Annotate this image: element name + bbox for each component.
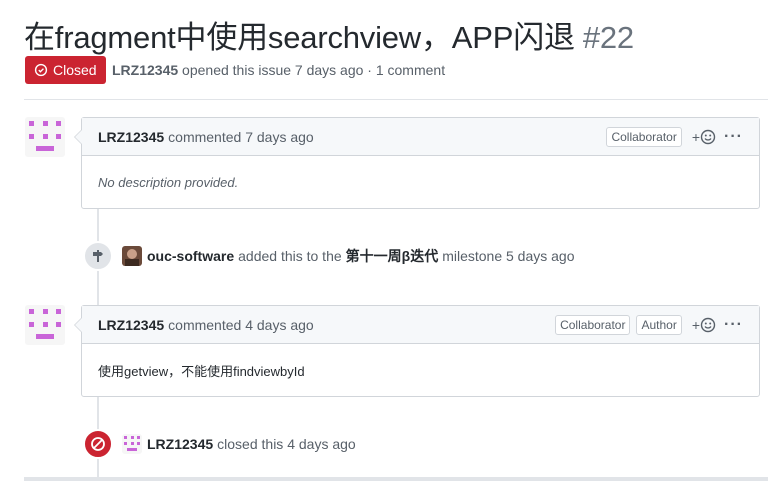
add-reaction-button[interactable]: +	[692, 317, 716, 333]
kebab-icon[interactable]: ···	[724, 128, 743, 146]
avatar[interactable]	[25, 305, 65, 345]
comment-body: No description provided.	[82, 156, 759, 208]
issue-title-text: 在fragment中使用searchview，APP闪退	[24, 20, 575, 55]
issue-meta: LRZ12345 opened this issue 7 days ago · …	[112, 62, 445, 78]
reaction-plus: +	[691, 317, 701, 333]
comment-body-text: No description provided.	[98, 174, 239, 190]
issue-closed-icon	[34, 63, 48, 77]
collaborator-label: Collaborator	[555, 315, 631, 335]
smiley-icon	[700, 129, 716, 145]
identicon-icon	[29, 121, 61, 151]
avatar[interactable]	[122, 434, 142, 454]
comment-body-text: 使用getview，不能使用findviewbyId	[98, 363, 305, 379]
add-reaction-button[interactable]: +	[692, 129, 716, 145]
issue-title: 在fragment中使用searchview，APP闪退 #22	[24, 12, 634, 57]
closed-event: LRZ12345 closed this 4 days ago	[122, 434, 356, 454]
comment-author-link[interactable]: LRZ12345	[98, 317, 164, 333]
comment-header: LRZ12345 commented 7 days ago Collaborat…	[82, 118, 759, 156]
event-actor-link[interactable]: ouc-software	[147, 248, 234, 264]
comment-header: LRZ12345 commented 4 days ago Collaborat…	[82, 306, 759, 344]
timeline-end-bar	[24, 477, 768, 481]
milestone-icon	[93, 250, 103, 262]
kebab-icon[interactable]: ···	[724, 316, 743, 334]
reaction-plus: +	[691, 129, 701, 145]
issue-state-label: Closed	[53, 62, 97, 78]
event-text: added this to the	[238, 248, 342, 264]
smiley-icon	[700, 317, 716, 333]
issue-state-badge: Closed	[25, 56, 106, 84]
comment-time[interactable]: commented 4 days ago	[168, 317, 314, 333]
milestone-event: ouc-software added this to the 第十一周β迭代 m…	[122, 246, 575, 266]
event-suffix: milestone 5 days ago	[442, 248, 575, 264]
identicon-icon	[29, 309, 61, 339]
comment-actions: Collaborator Author + ···	[555, 306, 743, 344]
comment-actions: Collaborator + ···	[606, 118, 743, 156]
comment-body: 使用getview，不能使用findviewbyId	[82, 344, 759, 396]
comment: LRZ12345 commented 4 days ago Collaborat…	[74, 305, 760, 397]
issue-author-link[interactable]: LRZ12345	[112, 62, 178, 78]
circle-slash-icon	[91, 437, 105, 451]
avatar[interactable]	[122, 246, 142, 266]
header-divider	[24, 99, 768, 100]
closed-badge	[83, 429, 113, 459]
comment: LRZ12345 commented 7 days ago Collaborat…	[74, 117, 760, 209]
milestone-link[interactable]: 第十一周β迭代	[346, 246, 439, 266]
collaborator-label: Collaborator	[606, 127, 682, 147]
author-label: Author	[636, 315, 682, 335]
milestone-badge	[83, 241, 113, 271]
event-actor-link[interactable]: LRZ12345	[147, 436, 213, 452]
issue-number: #22	[582, 20, 634, 55]
issue-meta-text: opened this issue 7 days ago · 1 comment	[182, 62, 446, 78]
event-text: closed this 4 days ago	[217, 436, 356, 452]
comment-author-link[interactable]: LRZ12345	[98, 129, 164, 145]
comment-time[interactable]: commented 7 days ago	[168, 129, 314, 145]
avatar[interactable]	[25, 117, 65, 157]
